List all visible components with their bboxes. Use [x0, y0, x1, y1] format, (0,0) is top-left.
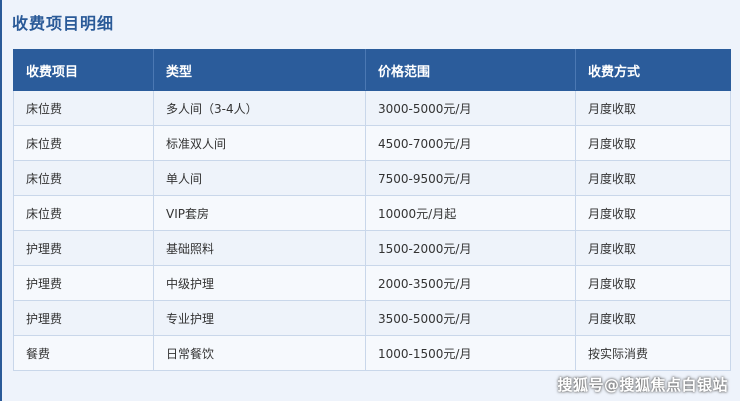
cell-price-range: 1000-1500元/月 — [365, 335, 576, 371]
cell-type: 基础照料 — [153, 230, 366, 266]
table-row: 床位费 多人间（3-4人） 3000-5000元/月 月度收取 — [13, 90, 731, 126]
fee-table: 收费项目 类型 价格范围 收费方式 床位费 多人间（3-4人） 3000-500… — [13, 49, 731, 371]
cell-price-range: 3500-5000元/月 — [365, 300, 576, 336]
header-type: 类型 — [153, 49, 366, 91]
header-price-range: 价格范围 — [365, 49, 576, 91]
header-fee-item: 收费项目 — [13, 49, 154, 91]
cell-payment-method: 按实际消费 — [575, 335, 731, 371]
cell-payment-method: 月度收取 — [575, 125, 731, 161]
table-row: 护理费 专业护理 3500-5000元/月 月度收取 — [13, 300, 731, 336]
cell-type: 日常餐饮 — [153, 335, 366, 371]
cell-type: 标准双人间 — [153, 125, 366, 161]
cell-fee-item: 餐费 — [13, 335, 154, 371]
table-header-row: 收费项目 类型 价格范围 收费方式 — [13, 49, 731, 91]
table-row: 床位费 单人间 7500-9500元/月 月度收取 — [13, 160, 731, 196]
cell-price-range: 7500-9500元/月 — [365, 160, 576, 196]
cell-type: 中级护理 — [153, 265, 366, 301]
cell-price-range: 4500-7000元/月 — [365, 125, 576, 161]
cell-payment-method: 月度收取 — [575, 300, 731, 336]
cell-price-range: 3000-5000元/月 — [365, 90, 576, 126]
cell-fee-item: 护理费 — [13, 265, 154, 301]
cell-payment-method: 月度收取 — [575, 230, 731, 266]
cell-fee-item: 床位费 — [13, 125, 154, 161]
cell-price-range: 2000-3500元/月 — [365, 265, 576, 301]
cell-type: VIP套房 — [153, 195, 366, 231]
table-row: 护理费 基础照料 1500-2000元/月 月度收取 — [13, 230, 731, 266]
cell-fee-item: 床位费 — [13, 90, 154, 126]
cell-fee-item: 床位费 — [13, 160, 154, 196]
section-title: 收费项目明细 — [12, 14, 115, 33]
table-row: 护理费 中级护理 2000-3500元/月 月度收取 — [13, 265, 731, 301]
cell-payment-method: 月度收取 — [575, 90, 731, 126]
cell-payment-method: 月度收取 — [575, 195, 731, 231]
watermark: 搜狐号@搜狐焦点白银站 — [557, 376, 728, 394]
table-row: 床位费 标准双人间 4500-7000元/月 月度收取 — [13, 125, 731, 161]
cell-price-range: 10000元/月起 — [365, 195, 576, 231]
cell-type: 多人间（3-4人） — [153, 90, 366, 126]
cell-type: 单人间 — [153, 160, 366, 196]
cell-payment-method: 月度收取 — [575, 265, 731, 301]
cell-fee-item: 护理费 — [13, 300, 154, 336]
cell-type: 专业护理 — [153, 300, 366, 336]
table-row: 餐费 日常餐饮 1000-1500元/月 按实际消费 — [13, 335, 731, 371]
cell-fee-item: 护理费 — [13, 230, 154, 266]
cell-price-range: 1500-2000元/月 — [365, 230, 576, 266]
cell-fee-item: 床位费 — [13, 195, 154, 231]
table-row: 床位费 VIP套房 10000元/月起 月度收取 — [13, 195, 731, 231]
header-payment-method: 收费方式 — [575, 49, 731, 91]
cell-payment-method: 月度收取 — [575, 160, 731, 196]
